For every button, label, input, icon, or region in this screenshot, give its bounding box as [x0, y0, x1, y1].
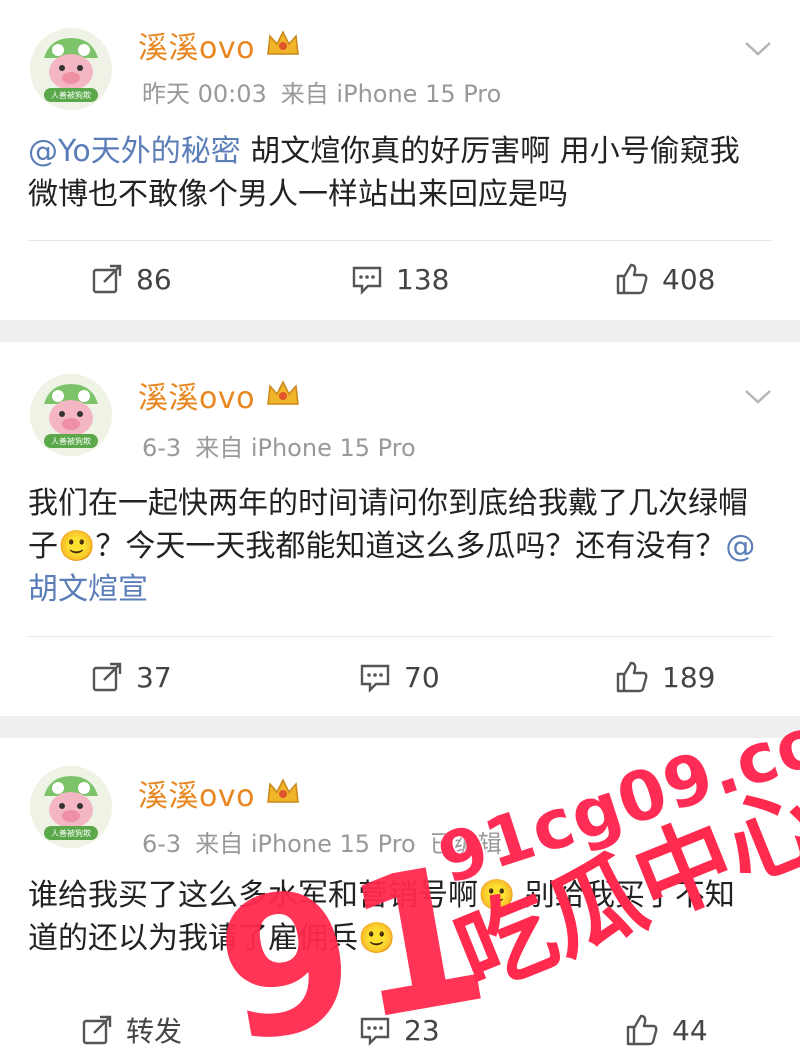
avatar-badge-text: 人善被狗欺 [51, 90, 91, 100]
post-card[interactable]: 人善被狗欺 溪溪ovo 昨天 00:03 来自 iPhone 15 Pro @Yo… [0, 0, 800, 320]
like-button[interactable]: 408 [614, 244, 715, 314]
avatar[interactable]: 人善被狗欺 [30, 28, 112, 110]
crown-icon[interactable] [265, 28, 301, 62]
post-card[interactable]: 人善被狗欺 溪溪ovo 6-3 来自 iPhone 15 Pro 我们在一起快两年… [0, 342, 800, 716]
post-source: 来自 iPhone 15 Pro [195, 434, 416, 462]
avatar-badge-text: 人善被狗欺 [51, 436, 91, 446]
repost-button[interactable]: 37 [90, 642, 172, 712]
post-text: 谁给我买了这么多水军和营销号啊🙂 别给我买了不知道的还以为我请了雇佣兵🙂 [28, 874, 764, 960]
repost-icon [92, 662, 122, 692]
chevron-down-icon[interactable] [740, 378, 776, 414]
like-count: 408 [662, 262, 716, 296]
nickname[interactable]: 溪溪ovo [138, 771, 255, 815]
post-text: @Yo天外的秘密 胡文煊你真的好厉害啊 用小号偷窥我微博也不敢像个男人一样站出来… [28, 130, 764, 216]
avatar-badge-text: 人善被狗欺 [51, 828, 91, 838]
repost-count: 37 [136, 660, 172, 694]
post-source: 来自 iPhone 15 Pro [280, 80, 502, 108]
crown-icon[interactable] [265, 776, 301, 810]
post-time: 6-3 [142, 434, 182, 462]
post-card[interactable]: 人善被狗欺 溪溪ovo 6-3 来自 iPhone 15 Pro 已编辑 谁给我买了… [0, 738, 800, 1063]
nickname[interactable]: 溪溪ovo [138, 23, 255, 67]
repost-icon [92, 264, 122, 294]
like-button[interactable]: 189 [614, 642, 715, 712]
post-source: 来自 iPhone 15 Pro [195, 830, 416, 858]
repost-button[interactable]: 86 [90, 244, 172, 314]
comment-button[interactable]: 23 [358, 995, 440, 1063]
card-gap [0, 716, 800, 738]
post-meta: 6-3 来自 iPhone 15 Pro 已编辑 [142, 824, 516, 859]
crown-icon[interactable] [265, 378, 301, 412]
repost-icon [82, 1015, 112, 1045]
chevron-down-icon[interactable] [740, 30, 776, 66]
mention-link[interactable]: @Yo天外的秘密 [28, 134, 241, 169]
divider [28, 240, 772, 241]
card-gap [0, 320, 800, 342]
post-time: 昨天 00:03 [142, 80, 267, 108]
post-time: 6-3 [142, 830, 182, 858]
post-body: 谁给我买了这么多水军和营销号啊🙂 别给我买了不知道的还以为我请了雇佣兵🙂 [28, 878, 735, 956]
like-icon [616, 263, 648, 295]
avatar[interactable]: 人善被狗欺 [30, 766, 112, 848]
like-count: 189 [662, 660, 716, 694]
like-count: 44 [672, 1013, 708, 1047]
post-meta: 昨天 00:03 来自 iPhone 15 Pro [142, 74, 515, 109]
comment-button[interactable]: 70 [358, 642, 440, 712]
post-body: 我们在一起快两年的时间请问你到底给我戴了几次绿帽子🙂？今天一天我都能知道这么多瓜… [28, 486, 748, 564]
repost-label: 转发 [126, 1015, 183, 1048]
comment-icon [352, 266, 382, 295]
repost-button[interactable]: 转发 [80, 995, 182, 1063]
post-meta: 6-3 来自 iPhone 15 Pro [142, 428, 430, 463]
edited-label: 已编辑 [429, 830, 502, 858]
post-text: 我们在一起快两年的时间请问你到底给我戴了几次绿帽子🙂？今天一天我都能知道这么多瓜… [28, 482, 764, 611]
avatar[interactable]: 人善被狗欺 [30, 374, 112, 456]
comment-count: 70 [404, 660, 440, 694]
like-button[interactable]: 44 [624, 995, 708, 1063]
divider [28, 636, 772, 637]
repost-count: 86 [136, 262, 172, 296]
comment-button[interactable]: 138 [350, 244, 449, 314]
like-icon [616, 661, 648, 693]
action-bar: 86 138 408 [0, 244, 800, 314]
comment-icon [360, 1017, 390, 1046]
action-bar: 37 70 189 [0, 642, 800, 712]
action-bar: 转发 23 44 [0, 995, 800, 1063]
like-icon [626, 1014, 658, 1046]
comment-count: 138 [396, 262, 450, 296]
nickname[interactable]: 溪溪ovo [138, 373, 255, 417]
comment-count: 23 [404, 1013, 440, 1047]
comment-icon [360, 664, 390, 693]
